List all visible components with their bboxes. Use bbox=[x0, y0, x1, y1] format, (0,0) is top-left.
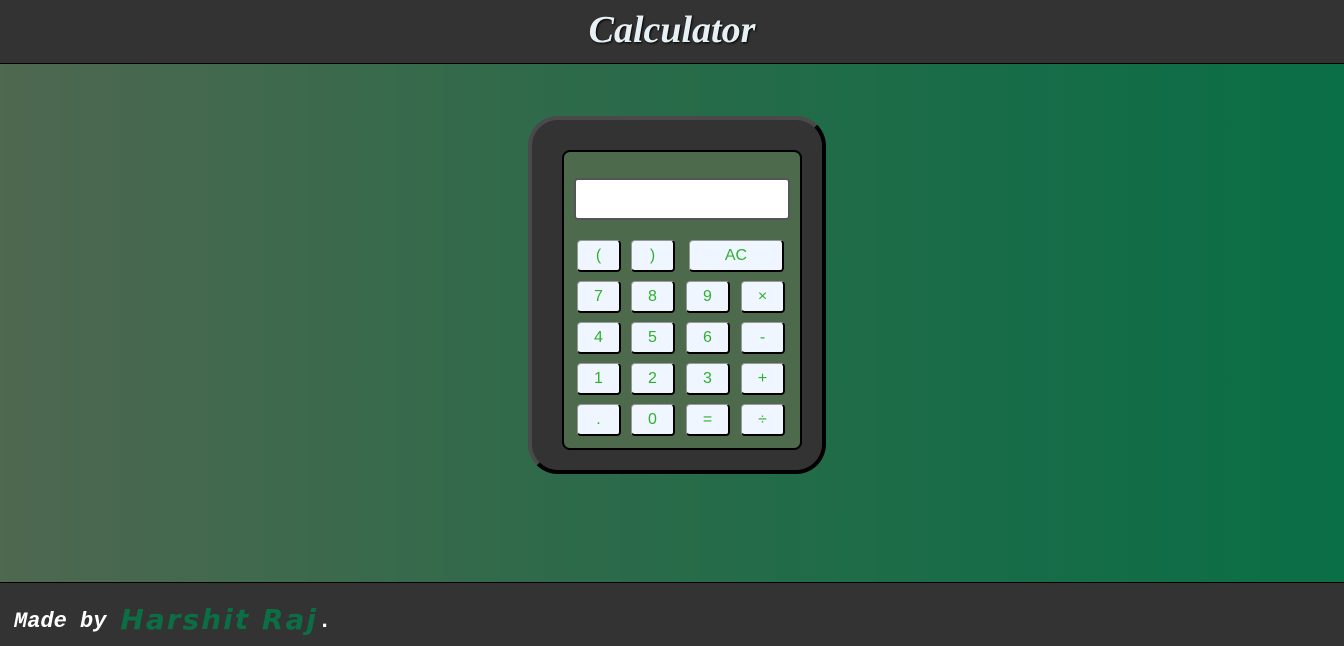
decimal-button[interactable]: . bbox=[577, 404, 621, 436]
open-paren-button[interactable]: ( bbox=[577, 240, 621, 272]
equals-button[interactable]: = bbox=[686, 404, 730, 436]
five-button[interactable]: 5 bbox=[631, 322, 675, 354]
add-button[interactable]: + bbox=[741, 363, 785, 395]
subtract-button[interactable]: - bbox=[741, 322, 785, 354]
nine-button[interactable]: 9 bbox=[686, 281, 730, 313]
author-name: Harshit Raj bbox=[120, 603, 318, 636]
footer-bar: Made by Harshit Raj . bbox=[0, 582, 1344, 646]
footer-period: . bbox=[317, 609, 332, 634]
all-clear-button[interactable]: AC bbox=[689, 240, 784, 272]
main-area: ( ) AC 7 8 9 × 4 5 6 - 1 2 3 + . 0 = ÷ bbox=[0, 64, 1344, 582]
close-paren-button[interactable]: ) bbox=[631, 240, 675, 272]
calculator-display[interactable] bbox=[574, 178, 790, 220]
three-button[interactable]: 3 bbox=[686, 363, 730, 395]
made-by-label: Made by bbox=[14, 609, 107, 634]
seven-button[interactable]: 7 bbox=[577, 281, 621, 313]
one-button[interactable]: 1 bbox=[577, 363, 621, 395]
six-button[interactable]: 6 bbox=[686, 322, 730, 354]
four-button[interactable]: 4 bbox=[577, 322, 621, 354]
divide-button[interactable]: ÷ bbox=[741, 404, 785, 436]
zero-button[interactable]: 0 bbox=[631, 404, 675, 436]
eight-button[interactable]: 8 bbox=[631, 281, 675, 313]
page-title: Calculator bbox=[588, 8, 756, 51]
multiply-button[interactable]: × bbox=[741, 281, 785, 313]
header-bar: Calculator bbox=[0, 0, 1344, 64]
two-button[interactable]: 2 bbox=[631, 363, 675, 395]
calculator-face: ( ) AC 7 8 9 × 4 5 6 - 1 2 3 + . 0 = ÷ bbox=[562, 150, 802, 450]
calculator-body: ( ) AC 7 8 9 × 4 5 6 - 1 2 3 + . 0 = ÷ bbox=[528, 116, 826, 474]
